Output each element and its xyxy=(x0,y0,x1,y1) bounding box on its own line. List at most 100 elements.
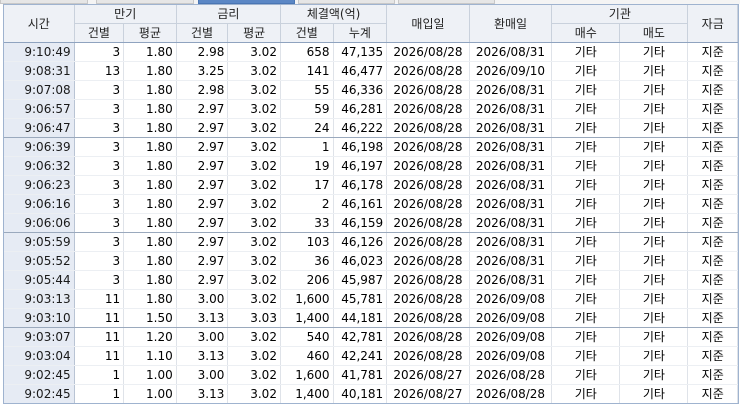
col-amount-cumulative[interactable]: 누계 xyxy=(333,23,388,43)
redeem-date-cell: 2026/08/31 xyxy=(469,42,553,62)
rate-avg-cell: 3.02 xyxy=(227,270,281,290)
table-row[interactable]: 9:03:10 11 1.50 3.13 3.03 1,400 44,181 2026/08/… xyxy=(4,308,738,328)
buyer-cell: 기타 xyxy=(551,80,621,100)
rate-avg-cell: 3.02 xyxy=(227,384,281,403)
buyer-cell: 기타 xyxy=(551,137,621,157)
col-maturity[interactable]: 만기 xyxy=(74,5,177,24)
fund-cell: 지준 xyxy=(687,289,738,309)
table-row[interactable]: 9:03:04 11 1.10 3.13 3.02 460 42,241 2026/08/28… xyxy=(4,346,738,366)
maturity-avg-cell: 1.80 xyxy=(123,99,177,119)
seller-cell: 기타 xyxy=(619,289,689,309)
table-row[interactable]: 9:02:4411.003.003.0254038,7812026/08/272… xyxy=(4,404,738,405)
table-row[interactable]: 9:05:52 3 1.80 2.97 3.02 36 46,023 2026/08/28 20… xyxy=(4,251,738,271)
seller-cell: 기타 xyxy=(619,194,689,214)
col-buyer[interactable]: 매수 xyxy=(551,23,621,43)
table-row[interactable]: 9:10:49 3 1.80 2.98 3.02 658 47,135 2026/08/28 2… xyxy=(4,42,738,62)
table-row[interactable]: 9:06:32 3 1.80 2.97 3.02 19 46,197 2026/08/28 20… xyxy=(4,156,738,176)
fund-cell: 지준 xyxy=(688,404,738,405)
seller-cell: 기타 xyxy=(619,80,689,100)
buy-date-cell: 2026/08/27 xyxy=(387,404,470,405)
maturity-count-cell: 11 xyxy=(74,346,125,366)
rate-count-cell: 3.00 xyxy=(176,365,229,385)
table-row[interactable]: 9:06:57 3 1.80 2.97 3.02 59 46,281 2026/08/28 20… xyxy=(4,99,738,119)
buy-date-cell: 2026/08/28 xyxy=(386,99,470,119)
time-cell: 9:06:32 xyxy=(4,156,75,176)
maturity-count-cell: 3 xyxy=(74,137,125,157)
col-institution[interactable]: 기관 xyxy=(551,5,689,24)
table-row[interactable]: 9:03:07 11 1.20 3.00 3.02 540 42,781 2026/08/28… xyxy=(4,327,738,347)
col-amount-count[interactable]: 건별 xyxy=(280,23,334,43)
amount-cell: 17 xyxy=(280,175,334,195)
time-cell: 9:07:08 xyxy=(4,80,75,100)
maturity-avg-cell: 1.80 xyxy=(123,42,177,62)
maturity-count-cell: 3 xyxy=(74,118,125,138)
table-row[interactable]: 9:05:44 3 1.80 2.97 3.02 206 45,987 2026/08/28 2… xyxy=(4,270,738,290)
table-row[interactable]: 9:06:06 3 1.80 2.97 3.02 33 46,159 2026/08/28 20… xyxy=(4,213,738,233)
maturity-avg-cell: 1.80 xyxy=(123,251,177,271)
fund-cell: 지준 xyxy=(687,80,738,100)
cumulative-cell: 46,161 xyxy=(333,194,388,214)
amount-cell: 59 xyxy=(280,99,334,119)
time-cell: 9:08:31 xyxy=(4,61,75,81)
fund-cell: 지준 xyxy=(687,118,738,138)
trade-grid[interactable]: 시간 만기 금리 체결액(억) 매입일 환매일 기관 자금 건별 평균 건별 평… xyxy=(3,4,739,404)
fund-cell: 지준 xyxy=(687,99,738,119)
col-rate-avg[interactable]: 평균 xyxy=(227,23,281,43)
amount-cell: 1,400 xyxy=(280,384,334,403)
fund-cell: 지준 xyxy=(687,213,738,233)
table-row[interactable]: 9:06:16 3 1.80 2.97 3.02 2 46,161 2026/08/28 202… xyxy=(4,194,738,214)
fund-cell: 지준 xyxy=(687,251,738,271)
buy-date-cell: 2026/08/28 xyxy=(386,327,470,347)
maturity-count-cell: 1 xyxy=(74,404,124,405)
table-row[interactable]: 9:02:45 1 1.00 3.13 3.02 1,400 40,181 2026/08/2… xyxy=(4,384,738,403)
maturity-avg-cell: 1.80 xyxy=(123,289,177,309)
rate-avg-cell: 3.02 xyxy=(227,213,281,233)
fund-cell: 지준 xyxy=(687,308,738,328)
col-maturity-count[interactable]: 건별 xyxy=(74,23,125,43)
trade-table: 시간 만기 금리 체결액(억) 매입일 환매일 기관 자금 건별 평균 건별 평… xyxy=(4,5,738,405)
buy-date-cell: 2026/08/28 xyxy=(386,251,470,271)
redeem-date-cell: 2026/08/28 xyxy=(469,404,552,405)
table-row[interactable]: 9:07:08 3 1.80 2.98 3.02 55 46,336 2026/08/28 20… xyxy=(4,80,738,100)
table-row[interactable]: 9:05:59 3 1.80 2.97 3.02 103 46,126 2026/08/28 2… xyxy=(4,232,738,252)
redeem-date-cell: 2026/08/31 xyxy=(469,232,553,252)
maturity-count-cell: 3 xyxy=(74,232,125,252)
seller-cell: 기타 xyxy=(619,327,689,347)
col-settlement[interactable]: 체결액(억) xyxy=(280,5,388,24)
maturity-count-cell: 11 xyxy=(74,327,125,347)
rate-avg-cell: 3.02 xyxy=(227,251,281,271)
seller-cell: 기타 xyxy=(619,232,689,252)
table-row[interactable]: 9:06:23 3 1.80 2.97 3.02 17 46,178 2026/08/28 20… xyxy=(4,175,738,195)
col-time[interactable]: 시간 xyxy=(4,5,75,43)
col-seller[interactable]: 매도 xyxy=(619,23,689,43)
col-funds[interactable]: 자금 xyxy=(687,5,738,43)
col-rate-count[interactable]: 건별 xyxy=(176,23,229,43)
table-row[interactable]: 9:03:13 11 1.80 3.00 3.02 1,600 45,781 2026/08/… xyxy=(4,289,738,309)
time-cell: 9:05:52 xyxy=(4,251,75,271)
maturity-count-cell: 1 xyxy=(74,384,125,403)
col-buy-date[interactable]: 매입일 xyxy=(386,5,470,43)
col-rate[interactable]: 금리 xyxy=(176,5,281,24)
maturity-count-cell: 3 xyxy=(74,194,125,214)
buyer-cell: 기타 xyxy=(551,61,621,81)
buyer-cell: 기타 xyxy=(551,99,621,119)
fund-cell: 지준 xyxy=(687,232,738,252)
rate-count-cell: 2.97 xyxy=(176,213,229,233)
table-row[interactable]: 9:08:31 13 1.80 3.25 3.02 141 46,477 2026/08/28… xyxy=(4,61,738,81)
buy-date-cell: 2026/08/28 xyxy=(386,232,470,252)
amount-cell: 55 xyxy=(280,80,334,100)
amount-cell: 658 xyxy=(280,42,334,62)
table-row[interactable]: 9:06:39 3 1.80 2.97 3.02 1 46,198 2026/08/28 202… xyxy=(4,137,738,157)
table-row[interactable]: 9:02:45 1 1.00 3.00 3.02 1,600 41,781 2026/08/2… xyxy=(4,365,738,385)
rate-count-cell: 3.13 xyxy=(176,384,229,403)
rate-count-cell: 2.97 xyxy=(176,118,229,138)
buyer-cell: 기타 xyxy=(552,404,620,405)
redeem-date-cell: 2026/08/31 xyxy=(469,270,553,290)
table-row[interactable]: 9:06:47 3 1.80 2.97 3.02 24 46,222 2026/08/28 20… xyxy=(4,118,738,138)
cumulative-cell: 44,181 xyxy=(333,308,388,328)
maturity-avg-cell: 1.20 xyxy=(123,327,177,347)
col-maturity-avg[interactable]: 평균 xyxy=(123,23,177,43)
col-redeem-date[interactable]: 환매일 xyxy=(469,5,553,43)
rate-avg-cell: 3.02 xyxy=(227,61,281,81)
buy-date-cell: 2026/08/28 xyxy=(386,270,470,290)
